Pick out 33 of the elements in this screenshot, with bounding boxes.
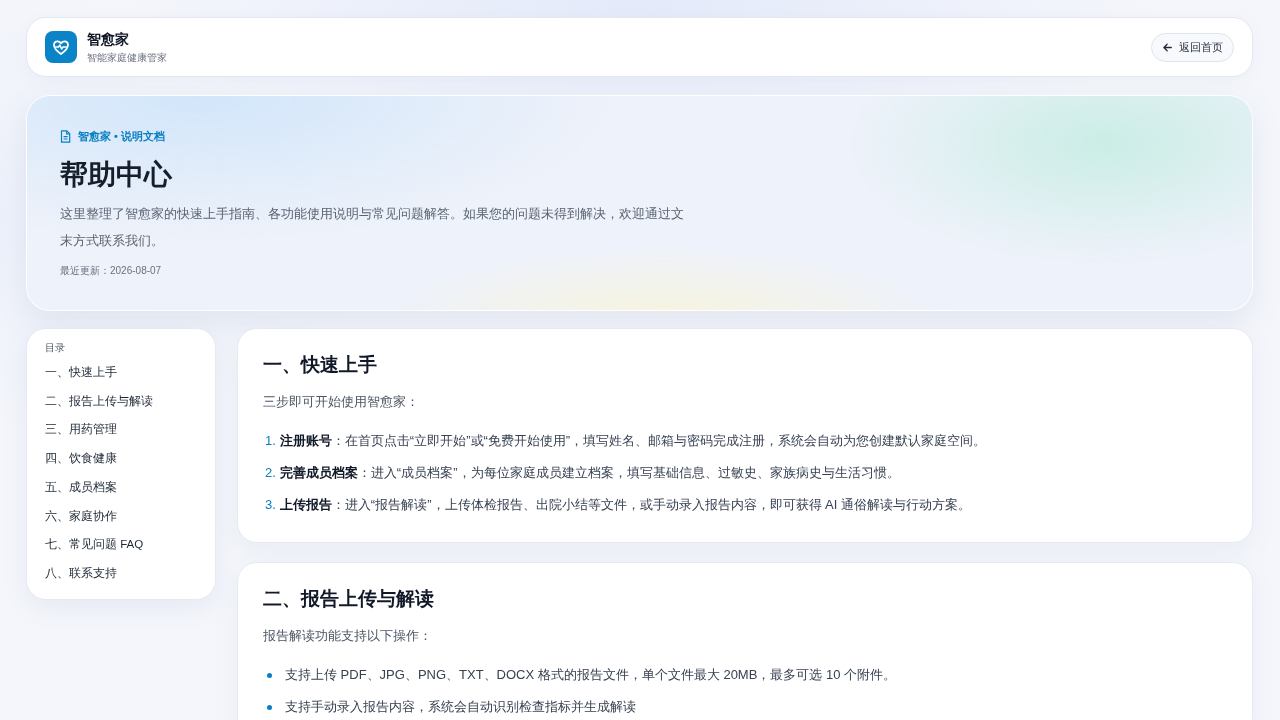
list-item-text: 支持上传 PDF、JPG、PNG、TXT、DOCX 格式的报告文件，单个文件最大 20MB，最多可选 10 个附件。	[285, 666, 897, 684]
brand-name: 智愈家	[87, 30, 130, 48]
toc-link[interactable]: 三、用药管理	[45, 415, 117, 445]
list-item-text: 上传报告：进入“报告解读”，上传体检报告、出院小结等文件，或手动录入报告内容，即可获得 AI 通俗解读与行动方案。	[279, 496, 971, 514]
list-item-text: 完善成员档案：进入“成员档案”，为每位家庭成员建立档案，填写基础信息、过敏史、家族病史与生活习惯。	[279, 464, 900, 482]
toc-title: 目录	[45, 341, 65, 355]
list-number: 3.	[265, 496, 276, 514]
toc-link[interactable]: 四、饮食健康	[45, 444, 117, 473]
toc-link[interactable]: 一、快速上手	[45, 358, 117, 387]
list-number: 1.	[265, 432, 276, 450]
section-heading: 二、报告上传与解读	[263, 587, 434, 611]
list-number: 2.	[265, 464, 276, 482]
toc-link[interactable]: 七、常见问题 FAQ	[45, 530, 144, 559]
back-home-button[interactable]: 返回首页	[1151, 32, 1234, 62]
section-heading: 一、快速上手	[263, 353, 377, 377]
brand-tagline: 智能家庭健康管家	[87, 50, 167, 64]
updated-date: 最近更新：2026-08-07	[60, 264, 162, 278]
page-title: 帮助中心	[60, 158, 172, 192]
toc-link[interactable]: 八、联系支持	[45, 558, 117, 588]
eyebrow-label: 智愈家 • 说明文档	[78, 129, 165, 144]
list-item-text: 支持手动录入报告内容，系统会自动识别检查指标并生成解读	[285, 698, 636, 716]
section-intro: 三步即可开始使用智愈家：	[263, 394, 419, 411]
arrow-left-icon	[1163, 42, 1172, 52]
toc-link[interactable]: 五、成员档案	[45, 472, 117, 502]
toc-link[interactable]: 六、家庭协作	[45, 501, 117, 531]
heart-pulse-icon	[45, 31, 77, 63]
toc-link[interactable]: 二、报告上传与解读	[45, 386, 153, 416]
bullet-dot-icon	[267, 704, 272, 710]
list-item-text: 注册账号：在首页点击“立即开始”或“免费开始使用”，填写姓名、邮箱与密码完成注册，系统会自动为您创建默认家庭空间。	[279, 432, 987, 450]
section-intro: 报告解读功能支持以下操作：	[263, 628, 432, 645]
bullet-dot-icon	[267, 672, 272, 678]
document-icon	[60, 129, 71, 143]
hero-description: 这里整理了智愈家的快速上手指南、各功能使用说明与常见问题解答。如果您的问题未得到解决，欢迎通过文末方式联系我们。	[60, 205, 685, 250]
